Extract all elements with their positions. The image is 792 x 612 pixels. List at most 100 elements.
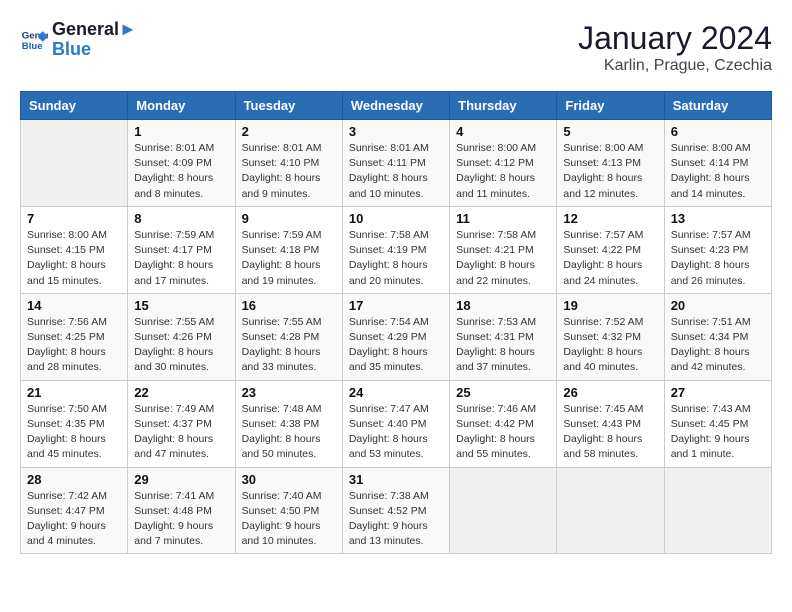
logo-text: General► Blue (52, 20, 137, 60)
day-number: 17 (349, 298, 443, 313)
day-number: 14 (27, 298, 121, 313)
weekday-header-sunday: Sunday (21, 92, 128, 120)
day-info: Sunrise: 7:56 AMSunset: 4:25 PMDaylight:… (27, 315, 121, 376)
day-info: Sunrise: 7:46 AMSunset: 4:42 PMDaylight:… (456, 402, 550, 463)
calendar-cell (21, 120, 128, 207)
day-number: 22 (134, 385, 228, 400)
calendar-week-row: 28 Sunrise: 7:42 AMSunset: 4:47 PMDayligh… (21, 467, 772, 554)
weekday-header-saturday: Saturday (664, 92, 771, 120)
day-number: 11 (456, 211, 550, 226)
calendar-cell: 29 Sunrise: 7:41 AMSunset: 4:48 PMDayligh… (128, 467, 235, 554)
day-info: Sunrise: 7:41 AMSunset: 4:48 PMDaylight:… (134, 489, 228, 550)
day-number: 3 (349, 124, 443, 139)
day-number: 15 (134, 298, 228, 313)
calendar-cell: 3 Sunrise: 8:01 AMSunset: 4:11 PMDaylight… (342, 120, 449, 207)
day-number: 16 (242, 298, 336, 313)
day-info: Sunrise: 7:48 AMSunset: 4:38 PMDaylight:… (242, 402, 336, 463)
day-number: 12 (563, 211, 657, 226)
calendar-table: SundayMondayTuesdayWednesdayThursdayFrid… (20, 91, 772, 554)
page-header: General Blue General► Blue January 2024 … (20, 20, 772, 75)
calendar-cell: 23 Sunrise: 7:48 AMSunset: 4:38 PMDayligh… (235, 380, 342, 467)
day-info: Sunrise: 8:00 AMSunset: 4:13 PMDaylight:… (563, 141, 657, 202)
calendar-cell: 22 Sunrise: 7:49 AMSunset: 4:37 PMDayligh… (128, 380, 235, 467)
calendar-cell: 5 Sunrise: 8:00 AMSunset: 4:13 PMDaylight… (557, 120, 664, 207)
calendar-cell: 1Sunrise: 8:01 AMSunset: 4:09 PMDaylight… (128, 120, 235, 207)
calendar-cell: 21 Sunrise: 7:50 AMSunset: 4:35 PMDayligh… (21, 380, 128, 467)
calendar-cell: 20Sunrise: 7:51 AMSunset: 4:34 PMDayligh… (664, 293, 771, 380)
calendar-cell: 7 Sunrise: 8:00 AMSunset: 4:15 PMDaylight… (21, 206, 128, 293)
calendar-cell: 26 Sunrise: 7:45 AMSunset: 4:43 PMDayligh… (557, 380, 664, 467)
day-number: 24 (349, 385, 443, 400)
day-info: Sunrise: 7:57 AMSunset: 4:23 PMDaylight:… (671, 228, 765, 289)
day-info: Sunrise: 7:43 AMSunset: 4:45 PMDaylight:… (671, 402, 765, 463)
day-number: 29 (134, 472, 228, 487)
calendar-week-row: 7 Sunrise: 8:00 AMSunset: 4:15 PMDaylight… (21, 206, 772, 293)
day-info: Sunrise: 8:00 AMSunset: 4:15 PMDaylight:… (27, 228, 121, 289)
calendar-cell (450, 467, 557, 554)
day-number: 19 (563, 298, 657, 313)
day-info: Sunrise: 7:57 AMSunset: 4:22 PMDaylight:… (563, 228, 657, 289)
day-info: Sunrise: 8:01 AMSunset: 4:11 PMDaylight:… (349, 141, 443, 202)
day-number: 9 (242, 211, 336, 226)
day-number: 31 (349, 472, 443, 487)
day-info: Sunrise: 7:47 AMSunset: 4:40 PMDaylight:… (349, 402, 443, 463)
day-info: Sunrise: 7:55 AMSunset: 4:26 PMDaylight:… (134, 315, 228, 376)
day-number: 10 (349, 211, 443, 226)
calendar-cell (557, 467, 664, 554)
day-info: Sunrise: 7:58 AMSunset: 4:19 PMDaylight:… (349, 228, 443, 289)
day-info: Sunrise: 8:01 AMSunset: 4:09 PMDaylight:… (134, 141, 228, 202)
day-number: 5 (563, 124, 657, 139)
calendar-cell: 14 Sunrise: 7:56 AMSunset: 4:25 PMDayligh… (21, 293, 128, 380)
calendar-week-row: 21 Sunrise: 7:50 AMSunset: 4:35 PMDayligh… (21, 380, 772, 467)
day-number: 7 (27, 211, 121, 226)
calendar-cell: 18 Sunrise: 7:53 AMSunset: 4:31 PMDayligh… (450, 293, 557, 380)
day-number: 28 (27, 472, 121, 487)
calendar-cell: 2 Sunrise: 8:01 AMSunset: 4:10 PMDaylight… (235, 120, 342, 207)
day-number: 4 (456, 124, 550, 139)
day-number: 21 (27, 385, 121, 400)
calendar-week-row: 1Sunrise: 8:01 AMSunset: 4:09 PMDaylight… (21, 120, 772, 207)
month-title: January 2024 (578, 20, 772, 57)
calendar-week-row: 14 Sunrise: 7:56 AMSunset: 4:25 PMDayligh… (21, 293, 772, 380)
day-number: 8 (134, 211, 228, 226)
day-number: 2 (242, 124, 336, 139)
day-info: Sunrise: 7:40 AMSunset: 4:50 PMDaylight:… (242, 489, 336, 550)
day-info: Sunrise: 7:42 AMSunset: 4:47 PMDaylight:… (27, 489, 121, 550)
day-info: Sunrise: 7:38 AMSunset: 4:52 PMDaylight:… (349, 489, 443, 550)
day-info: Sunrise: 7:58 AMSunset: 4:21 PMDaylight:… (456, 228, 550, 289)
day-number: 18 (456, 298, 550, 313)
day-number: 23 (242, 385, 336, 400)
calendar-cell: 8 Sunrise: 7:59 AMSunset: 4:17 PMDaylight… (128, 206, 235, 293)
day-number: 13 (671, 211, 765, 226)
day-info: Sunrise: 7:49 AMSunset: 4:37 PMDaylight:… (134, 402, 228, 463)
calendar-cell: 16Sunrise: 7:55 AMSunset: 4:28 PMDayligh… (235, 293, 342, 380)
day-number: 26 (563, 385, 657, 400)
calendar-cell: 11 Sunrise: 7:58 AMSunset: 4:21 PMDayligh… (450, 206, 557, 293)
calendar-cell: 4Sunrise: 8:00 AMSunset: 4:12 PMDaylight… (450, 120, 557, 207)
day-info: Sunrise: 8:00 AMSunset: 4:14 PMDaylight:… (671, 141, 765, 202)
day-info: Sunrise: 7:50 AMSunset: 4:35 PMDaylight:… (27, 402, 121, 463)
calendar-cell: 13 Sunrise: 7:57 AMSunset: 4:23 PMDayligh… (664, 206, 771, 293)
calendar-cell: 25Sunrise: 7:46 AMSunset: 4:42 PMDayligh… (450, 380, 557, 467)
calendar-cell: 28 Sunrise: 7:42 AMSunset: 4:47 PMDayligh… (21, 467, 128, 554)
day-number: 20 (671, 298, 765, 313)
weekday-header-tuesday: Tuesday (235, 92, 342, 120)
day-number: 6 (671, 124, 765, 139)
weekday-header-thursday: Thursday (450, 92, 557, 120)
calendar-cell: 19Sunrise: 7:52 AMSunset: 4:32 PMDayligh… (557, 293, 664, 380)
calendar-cell: 10 Sunrise: 7:58 AMSunset: 4:19 PMDayligh… (342, 206, 449, 293)
day-info: Sunrise: 7:53 AMSunset: 4:31 PMDaylight:… (456, 315, 550, 376)
day-info: Sunrise: 7:59 AMSunset: 4:18 PMDaylight:… (242, 228, 336, 289)
day-info: Sunrise: 8:01 AMSunset: 4:10 PMDaylight:… (242, 141, 336, 202)
calendar-cell: 27 Sunrise: 7:43 AMSunset: 4:45 PMDayligh… (664, 380, 771, 467)
calendar-cell: 12 Sunrise: 7:57 AMSunset: 4:22 PMDayligh… (557, 206, 664, 293)
day-info: Sunrise: 7:54 AMSunset: 4:29 PMDaylight:… (349, 315, 443, 376)
day-info: Sunrise: 7:59 AMSunset: 4:17 PMDaylight:… (134, 228, 228, 289)
day-number: 27 (671, 385, 765, 400)
title-block: January 2024 Karlin, Prague, Czechia (578, 20, 772, 75)
calendar-cell: 17 Sunrise: 7:54 AMSunset: 4:29 PMDayligh… (342, 293, 449, 380)
calendar-cell: 15 Sunrise: 7:55 AMSunset: 4:26 PMDayligh… (128, 293, 235, 380)
day-info: Sunrise: 7:45 AMSunset: 4:43 PMDaylight:… (563, 402, 657, 463)
weekday-header-wednesday: Wednesday (342, 92, 449, 120)
weekday-header-row: SundayMondayTuesdayWednesdayThursdayFrid… (21, 92, 772, 120)
